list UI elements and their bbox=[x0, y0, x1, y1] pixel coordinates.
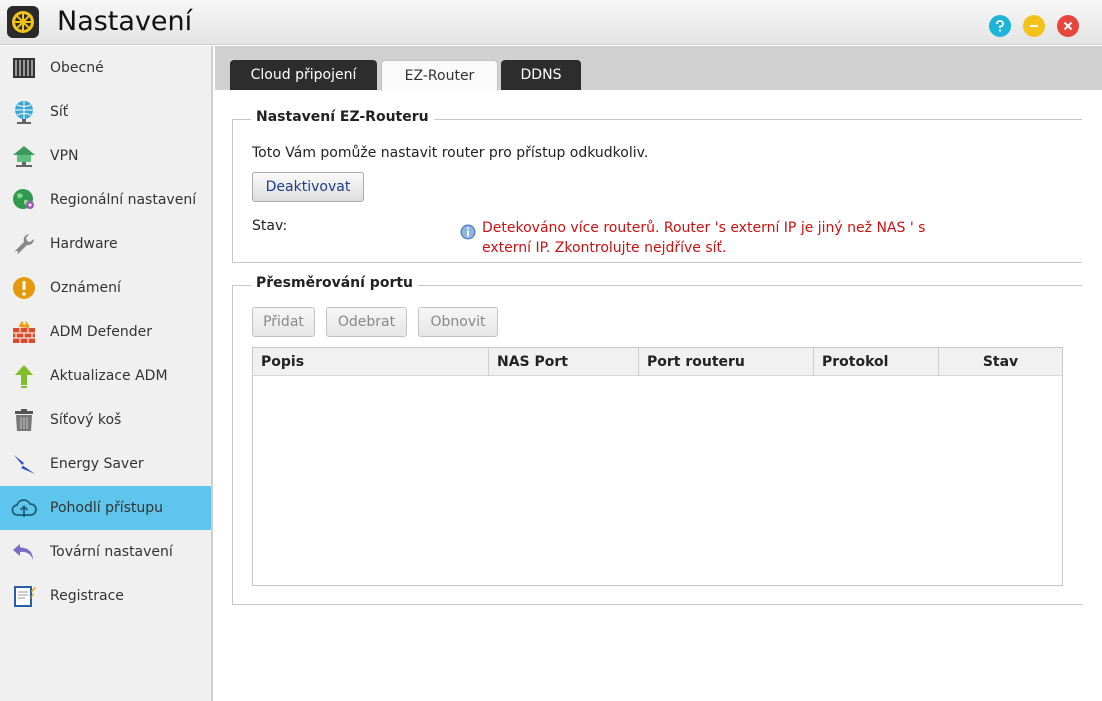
refresh-button-label: Obnovit bbox=[430, 314, 486, 330]
ez-router-description: Toto Vám pomůže nastavit router pro přís… bbox=[252, 145, 649, 161]
ez-router-settings-legend: Nastavení EZ-Routeru bbox=[251, 109, 434, 125]
sidebar-item-adm-defender[interactable]: ADM Defender bbox=[0, 310, 211, 354]
tab-strip: Cloud připojení EZ-Router DDNS bbox=[215, 46, 1102, 91]
sidebar-item-energy-saver[interactable]: Energy Saver bbox=[0, 442, 211, 486]
remove-button-label: Odebrat bbox=[337, 314, 396, 330]
port-forwarding-legend: Přesměrování portu bbox=[251, 275, 419, 291]
sidebar-item-label: Pohodlí přístupu bbox=[50, 500, 164, 516]
column-header-nas-port[interactable]: NAS Port bbox=[489, 348, 639, 376]
tab-ddns[interactable]: DDNS bbox=[501, 60, 581, 90]
status-message-line: Detekováno více routerů. Router 's exter… bbox=[482, 220, 926, 236]
info-icon bbox=[460, 224, 476, 240]
sidebar-item-access-convenience[interactable]: Pohodlí přístupu bbox=[0, 486, 211, 530]
sidebar-item-label: Energy Saver bbox=[50, 456, 144, 472]
tab-cloud-connection[interactable]: Cloud připojení bbox=[230, 60, 377, 90]
table-body bbox=[253, 377, 1062, 585]
column-header-status[interactable]: Stav bbox=[939, 348, 1062, 376]
undo-arrow-icon bbox=[10, 538, 38, 566]
sidebar-item-label: Obecné bbox=[50, 60, 104, 76]
tab-label: Cloud připojení bbox=[250, 67, 357, 83]
window-title: Nastavení bbox=[57, 6, 193, 37]
status-message: Detekováno více routerů. Router 's exter… bbox=[482, 218, 1002, 258]
remove-button[interactable]: Odebrat bbox=[326, 307, 407, 337]
port-forwarding-group: Přesměrování portu Přidat Odebrat Obnovi… bbox=[232, 275, 1082, 605]
port-forwarding-table: Popis NAS Port Port routeru Protokol Sta… bbox=[252, 347, 1063, 586]
close-icon bbox=[1063, 21, 1073, 31]
sidebar-item-vpn[interactable]: VPN bbox=[0, 134, 211, 178]
sidebar-item-label: ADM Defender bbox=[50, 324, 152, 340]
main-panel: Cloud připojení EZ-Router DDNS Nastavení… bbox=[215, 46, 1102, 701]
sidebar-item-regional[interactable]: Regionální nastavení bbox=[0, 178, 211, 222]
nas-device-icon bbox=[10, 54, 38, 82]
tab-label: EZ-Router bbox=[404, 68, 475, 84]
help-icon bbox=[996, 20, 1004, 32]
wrench-icon bbox=[10, 230, 38, 258]
globe-network-icon bbox=[10, 98, 38, 126]
status-message-line: externí IP. Zkontrolujte nejdříve síť. bbox=[482, 240, 727, 256]
trash-icon bbox=[10, 406, 38, 434]
update-arrow-icon bbox=[10, 362, 38, 390]
table-header: Popis NAS Port Port routeru Protokol Sta… bbox=[253, 348, 1062, 376]
sidebar-item-label: Síťový koš bbox=[50, 412, 122, 428]
sidebar-item-label: Oznámení bbox=[50, 280, 121, 296]
sidebar-item-general[interactable]: Obecné bbox=[0, 46, 211, 90]
sidebar-item-network-recycle-bin[interactable]: Síťový koš bbox=[0, 398, 211, 442]
clipboard-icon bbox=[10, 582, 38, 610]
tab-ez-router[interactable]: EZ-Router bbox=[381, 60, 498, 91]
sidebar-item-notifications[interactable]: Oznámení bbox=[0, 266, 211, 310]
sidebar-item-label: VPN bbox=[50, 148, 79, 164]
lightning-icon bbox=[10, 450, 38, 478]
sidebar-item-hardware[interactable]: Hardware bbox=[0, 222, 211, 266]
sidebar-item-label: Hardware bbox=[50, 236, 118, 252]
firewall-icon bbox=[10, 318, 38, 346]
sidebar-item-label: Registrace bbox=[50, 588, 124, 604]
sidebar-item-label: Regionální nastavení bbox=[50, 192, 197, 208]
add-button-label: Přidat bbox=[263, 314, 304, 330]
add-button[interactable]: Přidat bbox=[252, 307, 315, 337]
minimize-icon bbox=[1030, 25, 1038, 27]
title-bar: Nastavení bbox=[0, 0, 1102, 45]
status-label: Stav: bbox=[252, 218, 288, 234]
settings-wheel-icon bbox=[7, 6, 39, 38]
sidebar-item-network[interactable]: Síť bbox=[0, 90, 211, 134]
sidebar: Obecné Síť VPN Regionální nastavení Hard… bbox=[0, 46, 213, 701]
sidebar-item-factory-reset[interactable]: Tovární nastavení bbox=[0, 530, 211, 574]
column-header-router-port[interactable]: Port routeru bbox=[639, 348, 814, 376]
alert-icon bbox=[10, 274, 38, 302]
ez-router-settings-group: Nastavení EZ-Routeru Toto Vám pomůže nas… bbox=[232, 109, 1082, 263]
sidebar-item-label: Tovární nastavení bbox=[50, 544, 173, 560]
tab-label: DDNS bbox=[520, 67, 562, 83]
cloud-upload-icon bbox=[10, 494, 38, 522]
close-button[interactable] bbox=[1057, 15, 1079, 37]
column-header-protocol[interactable]: Protokol bbox=[814, 348, 939, 376]
deactivate-button[interactable]: Deaktivovat bbox=[252, 172, 364, 202]
minimize-button[interactable] bbox=[1023, 15, 1045, 37]
column-header-description[interactable]: Popis bbox=[253, 348, 489, 376]
sidebar-item-label: Síť bbox=[50, 104, 69, 120]
sidebar-item-label: Aktualizace ADM bbox=[50, 368, 168, 384]
refresh-button[interactable]: Obnovit bbox=[418, 307, 498, 337]
sidebar-item-registration[interactable]: Registrace bbox=[0, 574, 211, 618]
vpn-house-icon bbox=[10, 142, 38, 170]
regional-globe-icon bbox=[10, 186, 38, 214]
sidebar-item-adm-update[interactable]: Aktualizace ADM bbox=[0, 354, 211, 398]
deactivate-button-label: Deaktivovat bbox=[265, 179, 351, 195]
help-button[interactable] bbox=[989, 15, 1011, 37]
